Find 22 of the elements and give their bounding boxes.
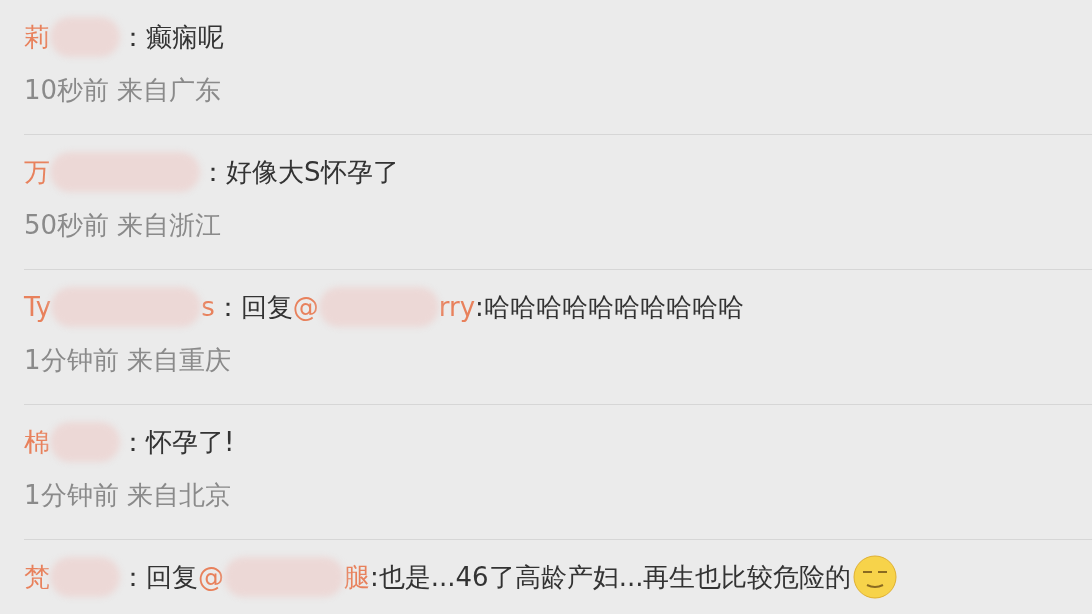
comment-meta: 1分钟前 来自北京	[24, 479, 231, 512]
user-name: @	[198, 562, 224, 592]
user-name: 梵	[24, 560, 50, 594]
comment-text: :也是...46了高龄产妇...再生也比较危险的	[370, 560, 852, 594]
user-name: rry	[438, 292, 476, 322]
user-name: Ty	[24, 292, 52, 322]
user-name: 万	[24, 155, 50, 189]
comment-text: ：癫痫呢	[120, 20, 224, 54]
comment-meta: 50秒前 来自浙江	[24, 209, 222, 242]
comment-meta: 10秒前 来自广东	[24, 74, 222, 107]
comment-text: :哈哈哈哈哈哈哈哈哈哈	[475, 290, 744, 324]
comment-text: ：回复	[214, 290, 293, 324]
user-name: 莉	[24, 20, 50, 54]
comment-text: ：好像大S怀孕了	[200, 155, 399, 189]
smiley-icon	[853, 555, 898, 599]
comment-text: ：怀孕了!	[120, 425, 235, 459]
user-name: 棉	[24, 425, 50, 459]
user-name: s	[201, 292, 215, 322]
user-name: @	[292, 292, 319, 322]
user-name: 腿	[344, 560, 370, 594]
comment-text: ：回复	[120, 560, 198, 594]
comment-meta: 1分钟前 来自重庆	[24, 344, 231, 377]
